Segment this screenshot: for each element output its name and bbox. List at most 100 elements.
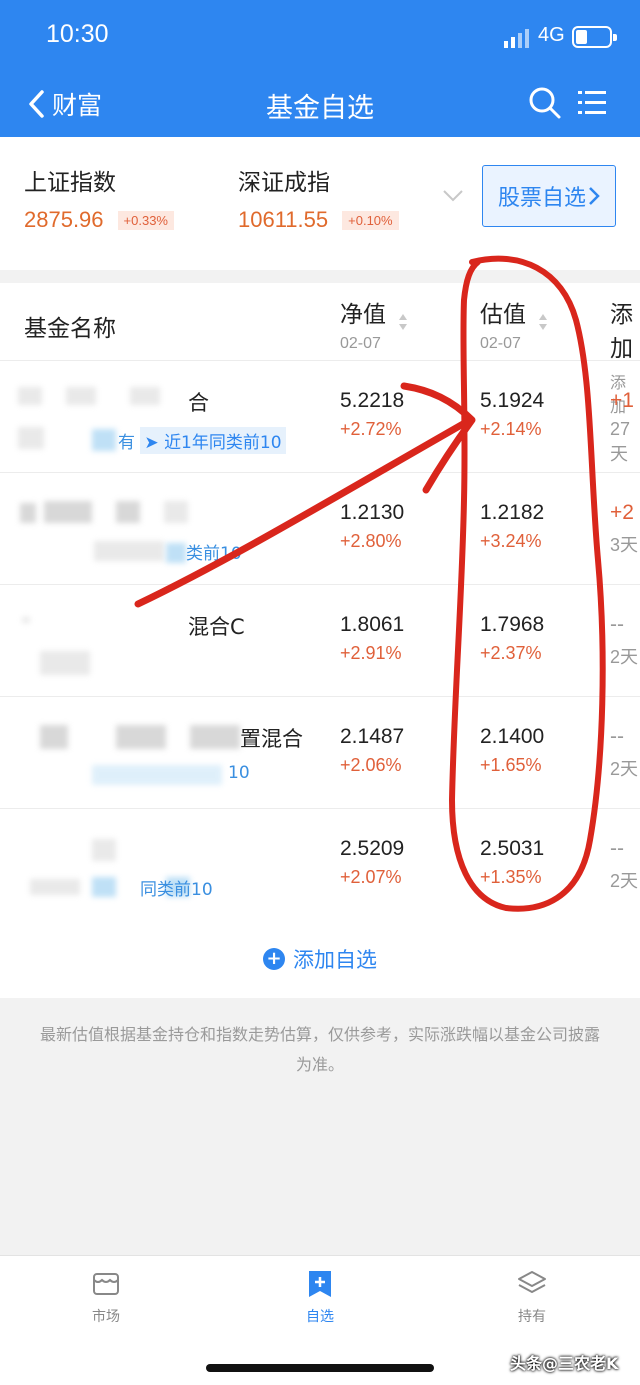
added-value: -- <box>610 613 624 636</box>
added-cell: -- 2天 <box>610 725 638 781</box>
disclaimer-text: 最新估值根据基金持仓和指数走势估算，仅供参考，实际涨跌幅以基金公司披露为准。 <box>40 1025 601 1074</box>
fund-tag: 有 ➤ 近1年同类前10 <box>118 427 286 454</box>
nav-change: +2.72% <box>340 419 402 439</box>
nav-value: 1.8061 <box>340 613 405 636</box>
nav-cell: 1.2130 +2.80% <box>340 501 404 552</box>
fund-row[interactable]: 类前10 1.2130 +2.80% 1.2182 +3.24% +2 3天 <box>0 473 640 585</box>
tab-label: 自选 <box>306 1309 334 1325</box>
nav-cell: 5.2218 +2.72% <box>340 389 404 440</box>
column-date: 02-07 <box>480 335 521 352</box>
estimate-change: +3.24% <box>480 531 542 551</box>
signal-icon <box>504 29 529 48</box>
fund-name: 合 <box>188 391 209 415</box>
index-value: 2875.96 <box>24 207 104 232</box>
added-days: 2天 <box>610 647 639 667</box>
tab-watchlist[interactable]: 自选 <box>280 1268 360 1326</box>
chevron-left-icon <box>29 90 44 118</box>
chevron-down-icon[interactable] <box>442 189 464 203</box>
battery-icon <box>572 26 617 48</box>
fund-tag: 类前10 <box>186 544 242 564</box>
column-date: 02-07 <box>340 335 381 352</box>
tab-holdings[interactable]: 持有 <box>492 1268 572 1326</box>
search-icon[interactable] <box>528 86 562 120</box>
fund-tag: 10 <box>228 763 250 783</box>
tab-label: 持有 <box>518 1309 546 1325</box>
estimate-cell: 2.5031 +1.35% <box>480 837 544 888</box>
tab-market[interactable]: 市场 <box>66 1268 146 1326</box>
added-value: -- <box>610 837 624 860</box>
add-watchlist-button[interactable]: + 添加自选 <box>0 920 640 998</box>
estimate-cell: 2.1400 +1.65% <box>480 725 544 776</box>
nav-cell: 2.1487 +2.06% <box>340 725 404 776</box>
home-indicator[interactable] <box>206 1364 434 1372</box>
added-cell: +2 3天 <box>610 501 638 557</box>
estimate-value: 1.2182 <box>480 501 545 524</box>
status-time: 10:30 <box>46 20 109 48</box>
nav-change: +2.06% <box>340 755 402 775</box>
column-header-estimate[interactable]: 估值 02-07 <box>480 295 526 353</box>
added-cell: -- 2天 <box>610 613 638 669</box>
add-watchlist-label: 添加自选 <box>293 948 377 972</box>
added-cell: +1 27天 <box>610 389 640 466</box>
added-days: 2天 <box>610 871 639 891</box>
index-change: +0.33% <box>117 210 174 230</box>
sort-icon[interactable] <box>398 313 408 331</box>
fund-tag: 同类前10 <box>140 880 213 900</box>
fund-row[interactable]: 同类前10 2.5209 +2.07% 2.5031 +1.35% -- 2天 <box>0 809 640 921</box>
added-value: +1 <box>610 389 634 412</box>
column-header-name: 基金名称 <box>24 316 116 342</box>
nav-change: +2.91% <box>340 643 402 663</box>
index-name: 上证指数 <box>24 170 116 196</box>
nav-value: 2.5209 <box>340 837 405 860</box>
estimate-cell: 1.2182 +3.24% <box>480 501 544 552</box>
app-header: 10:30 4G 财富 基金自选 <box>0 0 640 137</box>
index-change: +0.10% <box>342 210 399 230</box>
sort-icon[interactable] <box>538 313 548 331</box>
fund-row[interactable]: 合 有 ➤ 近1年同类前10 5.2218 +2.72% 5.1924 +2.1… <box>0 361 640 473</box>
index-shanghai[interactable]: 上证指数 2875.96 +0.33% <box>24 163 174 233</box>
column-label: 估值 <box>480 302 526 328</box>
added-value: -- <box>610 725 624 748</box>
estimate-value: 5.1924 <box>480 389 545 412</box>
nav-value: 5.2218 <box>340 389 405 412</box>
back-label: 财富 <box>52 91 103 120</box>
watchlist-icon <box>309 1271 331 1297</box>
rank-badge: ➤ 近1年同类前10 <box>140 427 286 454</box>
fund-row[interactable]: 混合C 1.8061 +2.91% 1.7968 +2.37% -- 2天 <box>0 585 640 697</box>
column-header-nav[interactable]: 净值 02-07 <box>340 295 386 353</box>
estimate-change: +2.14% <box>480 419 542 439</box>
added-value: +2 <box>610 501 634 524</box>
chevron-right-icon <box>589 187 600 205</box>
added-days: 27天 <box>610 419 631 464</box>
added-days: 2天 <box>610 759 639 779</box>
menu-icon[interactable] <box>578 88 606 118</box>
back-button[interactable]: 财富 <box>26 84 102 124</box>
estimate-value: 2.5031 <box>480 837 545 860</box>
estimate-change: +2.37% <box>480 643 542 663</box>
watermark: 头条@三农老K <box>510 1354 619 1373</box>
estimate-value: 1.7968 <box>480 613 545 636</box>
estimate-cell: 1.7968 +2.37% <box>480 613 544 664</box>
index-strip: 上证指数 2875.96 +0.33% 深证成指 10611.55 +0.10%… <box>0 137 640 270</box>
fund-name: 混合C <box>188 615 245 639</box>
nav-cell: 2.5209 +2.07% <box>340 837 404 888</box>
column-label: 添加 <box>610 302 633 362</box>
holdings-icon <box>518 1271 546 1293</box>
column-label: 净值 <box>340 302 386 328</box>
table-header: 基金名称 净值 02-07 估值 02-07 添加 添加 <box>0 283 640 416</box>
rank-badge-text: 近1年同类前10 <box>164 433 282 453</box>
plus-circle-icon: + <box>263 948 285 970</box>
stock-watchlist-button[interactable]: 股票自选 <box>482 165 616 227</box>
index-name: 深证成指 <box>238 170 330 196</box>
estimate-change: +1.65% <box>480 755 542 775</box>
fund-table: 基金名称 净值 02-07 估值 02-07 添加 添加 合 有 ➤ 近1年同类… <box>0 283 640 921</box>
index-shenzhen[interactable]: 深证成指 10611.55 +0.10% <box>238 163 399 233</box>
fund-row[interactable]: 置混合 10 2.1487 +2.06% 2.1400 +1.65% -- 2天 <box>0 697 640 809</box>
nav-value: 2.1487 <box>340 725 405 748</box>
send-icon: ➤ <box>144 433 159 453</box>
stock-watchlist-label: 股票自选 <box>497 186 586 211</box>
index-value: 10611.55 <box>238 207 329 232</box>
tab-label: 市场 <box>92 1309 120 1325</box>
estimate-change: +1.35% <box>480 867 542 887</box>
added-days: 3天 <box>610 535 639 555</box>
